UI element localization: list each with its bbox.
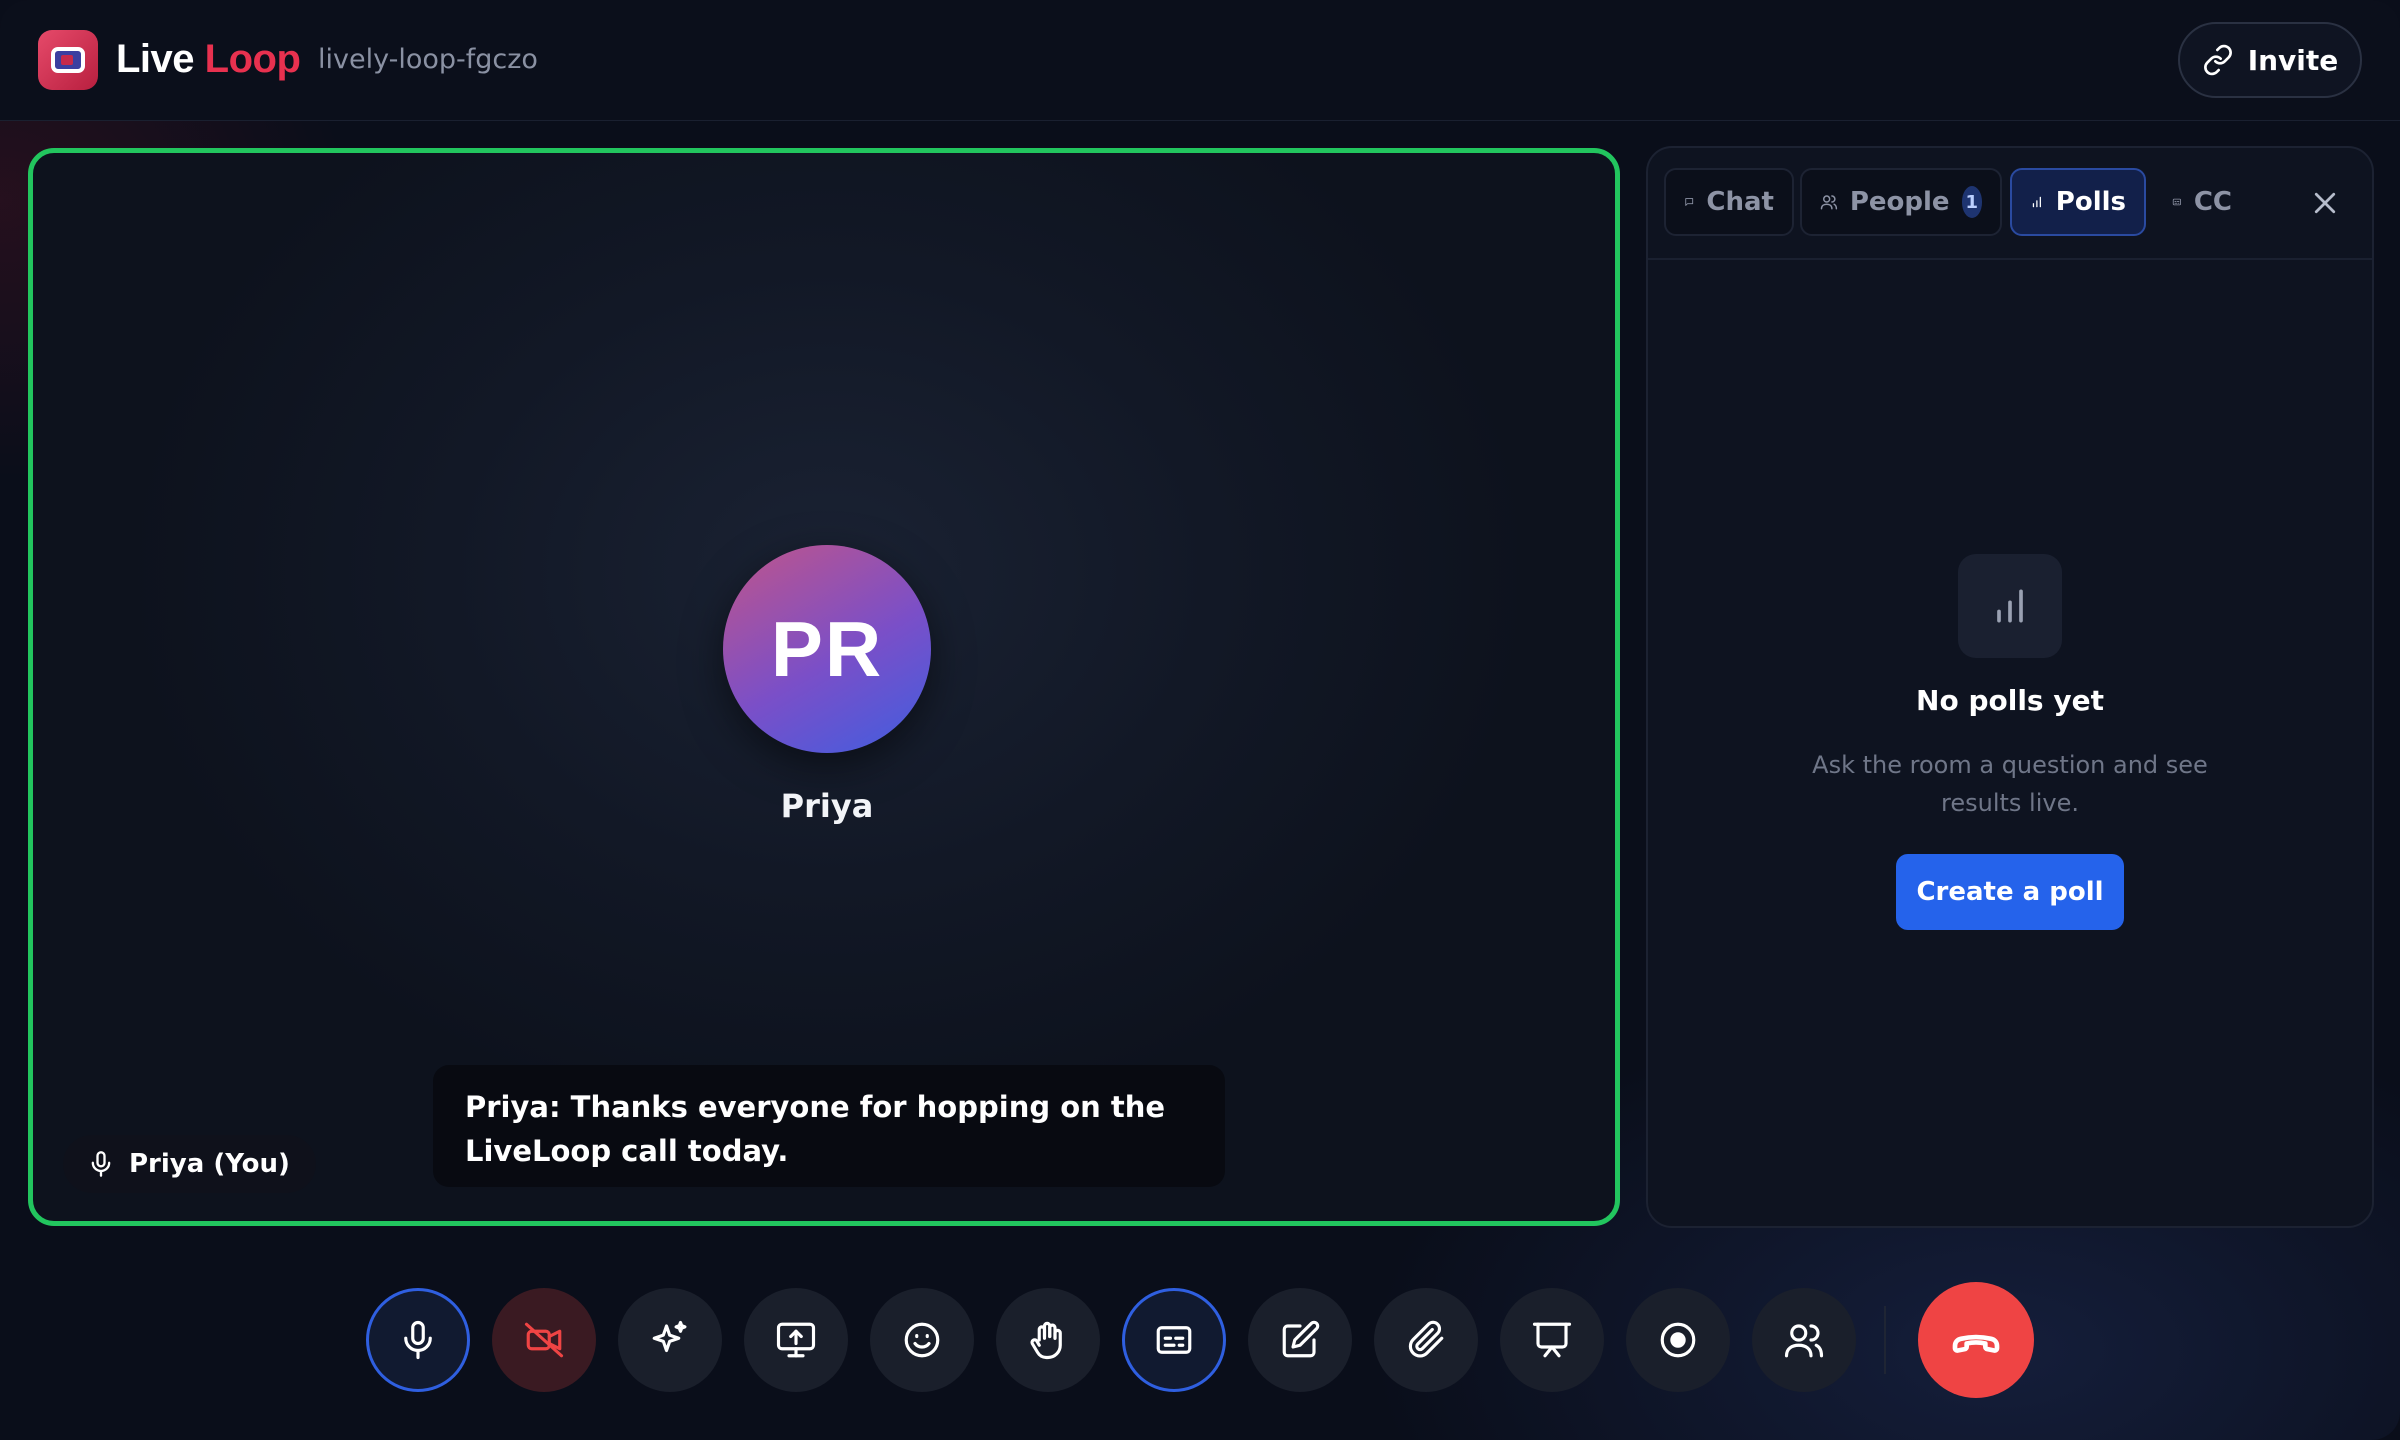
- people-count-badge: 1: [1961, 186, 1982, 218]
- invite-button[interactable]: Invite: [2178, 22, 2362, 98]
- side-panel: Chat People 1 Polls CC No polls yet Ask …: [1646, 146, 2374, 1228]
- create-poll-button[interactable]: Create a poll: [1896, 854, 2124, 930]
- presentation-icon: [1532, 1322, 1572, 1358]
- participants-button[interactable]: [1752, 1288, 1856, 1392]
- bar-chart-icon: [2032, 196, 2041, 208]
- people-icon: [1784, 1324, 1824, 1358]
- panel-tabs: Chat People 1 Polls CC: [1648, 148, 2372, 260]
- attach-button[interactable]: [1374, 1288, 1478, 1392]
- people-icon: [1820, 195, 1838, 210]
- screen-share-icon: [776, 1322, 816, 1358]
- tab-cc-label: CC: [2193, 187, 2232, 217]
- chat-bubble-icon: [1685, 198, 1694, 206]
- camera-button[interactable]: [492, 1288, 596, 1392]
- smiley-icon: [904, 1322, 940, 1358]
- tab-cc[interactable]: CC: [2152, 168, 2252, 236]
- control-divider: [1884, 1306, 1886, 1374]
- bar-chart-icon: [1997, 589, 2023, 623]
- whiteboard-button[interactable]: [1248, 1288, 1352, 1392]
- invite-label: Invite: [2247, 43, 2339, 77]
- present-button[interactable]: [1500, 1288, 1604, 1392]
- brand-part-loop: Loop: [204, 37, 301, 81]
- raise-hand-button[interactable]: [996, 1288, 1100, 1392]
- brand-name: Live Loop: [116, 34, 301, 84]
- name-chip: Priya (You): [63, 1135, 316, 1193]
- logo-icon: [38, 30, 98, 90]
- microphone-icon: [404, 1320, 432, 1360]
- participant-name: Priya: [780, 787, 874, 825]
- video-tile: PR Priya Priya (You) Priya: Thanks every…: [28, 148, 1620, 1226]
- link-icon: [2203, 44, 2232, 76]
- app-window: Live Loop lively-loop-fgczo Invite PR Pr…: [0, 0, 2400, 1440]
- camera-off-icon: [524, 1322, 564, 1358]
- tab-polls[interactable]: Polls: [2010, 168, 2146, 236]
- effects-button[interactable]: [618, 1288, 722, 1392]
- polls-empty-icon: [1958, 554, 2062, 658]
- share-screen-button[interactable]: [744, 1288, 848, 1392]
- record-icon: [1660, 1322, 1696, 1358]
- avatar: PR: [723, 545, 931, 753]
- reactions-button[interactable]: [870, 1288, 974, 1392]
- end-call-button[interactable]: [1918, 1282, 2034, 1398]
- sparkles-icon: [652, 1320, 687, 1353]
- brand-part-live: Live: [116, 37, 195, 81]
- top-bar: Live Loop lively-loop-fgczo Invite: [0, 0, 2400, 121]
- microphone-button[interactable]: [366, 1288, 470, 1392]
- close-panel-button[interactable]: [2308, 186, 2342, 220]
- tab-chat[interactable]: Chat: [1664, 168, 1794, 236]
- tab-people-label: People: [1849, 187, 1950, 217]
- captions-icon: [2172, 198, 2182, 206]
- captions-button[interactable]: [1122, 1288, 1226, 1392]
- empty-state-title: No polls yet: [1916, 684, 2104, 717]
- empty-state-subtitle: Ask the room a question and see results …: [1812, 751, 2208, 817]
- paperclip-icon: [1408, 1320, 1444, 1358]
- tab-polls-label: Polls: [2055, 187, 2126, 217]
- hand-icon: [1030, 1321, 1062, 1360]
- tab-people[interactable]: People 1: [1800, 168, 2002, 236]
- phone-hangup-icon: [1952, 1334, 2000, 1353]
- tab-chat-label: Chat: [1706, 187, 1774, 217]
- record-button[interactable]: [1626, 1288, 1730, 1392]
- name-chip-label: Priya (You): [129, 1149, 290, 1179]
- captions-icon: [1156, 1326, 1192, 1354]
- close-icon: [2314, 192, 2336, 214]
- live-caption: Priya: Thanks everyone for hopping on th…: [433, 1065, 1225, 1187]
- microphone-icon: [91, 1151, 111, 1177]
- room-id: lively-loop-fgczo: [318, 44, 538, 75]
- edit-icon: [1282, 1320, 1320, 1358]
